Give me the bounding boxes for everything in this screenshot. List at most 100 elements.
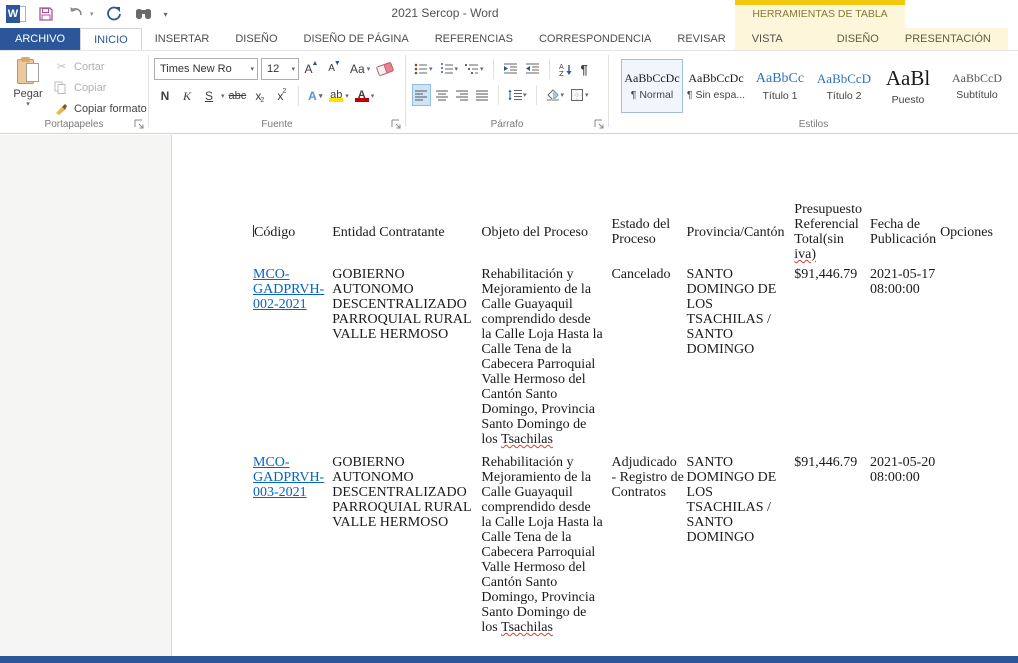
tab-table-presentacion[interactable]: PRESENTACIÓN [892,28,1004,50]
undo-icon[interactable] [66,4,86,24]
strikethrough-button[interactable]: abc [227,85,249,107]
header-codigo: Código [253,199,332,267]
status-bar[interactable] [0,656,1018,663]
font-family-combo[interactable]: Times New Ro▾ [154,58,258,80]
cell-presupuesto: $91,446.79 [794,267,870,455]
cell-codigo: MCO-GADPRVH-003-2021 [253,455,332,643]
increase-indent-button[interactable] [523,58,542,80]
align-right-button[interactable] [454,84,471,106]
show-marks-button[interactable]: ¶ [579,58,590,80]
grow-font-button[interactable]: A▲ [302,58,322,80]
copy-button[interactable]: Copiar [54,79,147,96]
group-portapapeles: Pegar ▾ ✂ Cortar Copiar Copiar formato P… [0,51,148,133]
chevron-down-icon: ▾ [291,65,295,73]
bold-button[interactable]: N [155,85,175,107]
tab-table-diseno[interactable]: DISEÑO [824,28,892,50]
svg-text:Z: Z [559,70,564,76]
font-color-button[interactable]: A▾ [353,85,377,107]
style-sin-espaciado[interactable]: AaBbCcDc ¶ Sin espa... [685,59,747,113]
highlight-button[interactable]: ab▾ [327,85,351,107]
customize-qat-icon[interactable]: ▾ [164,10,168,19]
italic-button[interactable]: K [177,85,197,107]
tab-revisar[interactable]: REVISAR [664,28,738,50]
process-link[interactable]: MCO-GADPRVH-002-2021 [253,267,324,312]
header-entidad: Entidad Contratante [332,199,481,267]
tab-archivo[interactable]: ARCHIVO [0,28,80,50]
misspelled-word: Tsachilas [501,432,553,447]
quick-access-toolbar: W ▾ ▾ [6,4,168,24]
shrink-font-button[interactable]: A▼ [325,58,345,80]
scissors-icon: ✂ [54,60,69,73]
process-link[interactable]: MCO-GADPRVH-003-2021 [253,455,324,500]
cut-button[interactable]: ✂ Cortar [54,58,147,75]
header-estado: Estado del Proceso [611,199,686,267]
window-title: 2021 Sercop - Word [340,6,550,20]
misspelled-word: Tsachilas [501,620,553,635]
tab-inicio[interactable]: INICIO [80,28,142,50]
format-painter-button[interactable]: Copiar formato [54,100,147,117]
style-subtitulo[interactable]: AaBbCcD Subtítulo [941,59,1013,113]
paste-dropdown-icon[interactable]: ▾ [26,100,30,108]
cell-codigo: MCO-GADPRVH-002-2021 [253,267,332,455]
clipboard-dialog-launcher-icon[interactable] [134,119,145,130]
header-presupuesto: Presupuesto Referencial Total(sin iva) [794,199,870,267]
clear-formatting-button[interactable] [375,58,395,80]
subscript-button[interactable]: x2 [250,85,270,107]
tab-insertar[interactable]: INSERTAR [142,28,223,50]
header-opciones: Opciones [940,199,1018,267]
word-window: { "window": { "title": "2021 Sercop - Wo… [0,0,1018,663]
cell-fecha: 2021-05-17 08:00:00 [870,267,940,455]
style-puesto[interactable]: AaBl Puesto [877,59,939,113]
table-header-row: Código Entidad Contratante Objeto del Pr… [253,199,1018,267]
tab-correspondencia[interactable]: CORRESPONDENCIA [526,28,664,50]
chevron-down-icon: ▾ [250,65,254,73]
cell-opciones [940,455,1018,643]
style-titulo-1[interactable]: AaBbCc Título 1 [749,59,811,113]
underline-button[interactable]: S [199,85,219,107]
undo-dropdown-icon[interactable]: ▾ [90,10,94,18]
ribbon-tabs: ARCHIVO INICIO INSERTAR DISEÑO DISEÑO DE… [0,28,1018,50]
paste-button[interactable]: Pegar ▾ [6,57,50,123]
shading-button[interactable]: ▾ [544,84,567,106]
cell-fecha: 2021-05-20 08:00:00 [870,455,940,643]
font-size-combo[interactable]: 12▾ [261,58,299,80]
superscript-button[interactable]: x2 [272,85,292,107]
line-spacing-button[interactable]: ▾ [506,84,529,106]
underline-dropdown-icon[interactable]: ▾ [221,92,225,100]
font-dialog-launcher-icon[interactable] [391,119,402,130]
style-titulo-2[interactable]: AaBbCcD Título 2 [813,59,875,113]
misspelled-word: iva) [794,247,816,262]
document-area: Código Entidad Contratante Objeto del Pr… [0,135,1018,656]
tab-diseno[interactable]: DISEÑO [222,28,290,50]
numbering-button[interactable]: ▾ [438,58,461,80]
tab-referencias[interactable]: REFERENCIAS [422,28,526,50]
cell-entidad: GOBIERNO AUTONOMO DESCENTRALIZADO PARROQ… [332,267,481,455]
header-fecha: Fecha de Publicación [870,199,940,267]
tab-vista[interactable]: VISTA [739,28,796,50]
eraser-icon [376,61,394,76]
style-normal[interactable]: AaBbCcDc ¶ Normal [621,59,683,113]
document-page[interactable]: Código Entidad Contratante Objeto del Pr… [171,135,1018,656]
decrease-indent-button[interactable] [501,58,520,80]
multilevel-list-button[interactable]: ▾ [463,58,486,80]
change-case-button[interactable]: Aa▾ [348,58,372,80]
group-fuente: Times New Ro▾ 12▾ A▲ A▼ Aa▾ N K S▾ abc x… [149,51,405,133]
justify-button[interactable] [474,84,491,106]
paragraph-dialog-launcher-icon[interactable] [594,119,605,130]
font-color-swatch [355,98,369,102]
cell-presupuesto: $91,446.79 [794,455,870,643]
text-effects-button[interactable]: A▾ [305,85,325,107]
tab-diseno-de-pagina[interactable]: DISEÑO DE PÁGINA [291,28,422,50]
header-objeto: Objeto del Proceso [481,199,611,267]
sort-button[interactable]: AZ [557,58,576,80]
redo-icon[interactable] [104,4,124,24]
align-center-button[interactable] [434,84,451,106]
process-table: Código Entidad Contratante Objeto del Pr… [253,199,1018,643]
group-parrafo: ▾ ▾ ▾ AZ ¶ [406,51,608,133]
cell-provincia: SANTO DOMINGO DE LOS TSACHILAS / SANTO D… [687,455,795,643]
borders-button[interactable]: ▾ [569,84,591,106]
find-icon[interactable] [134,4,154,24]
align-left-button[interactable] [412,84,431,106]
bullets-button[interactable]: ▾ [412,58,435,80]
save-icon[interactable] [36,4,56,24]
